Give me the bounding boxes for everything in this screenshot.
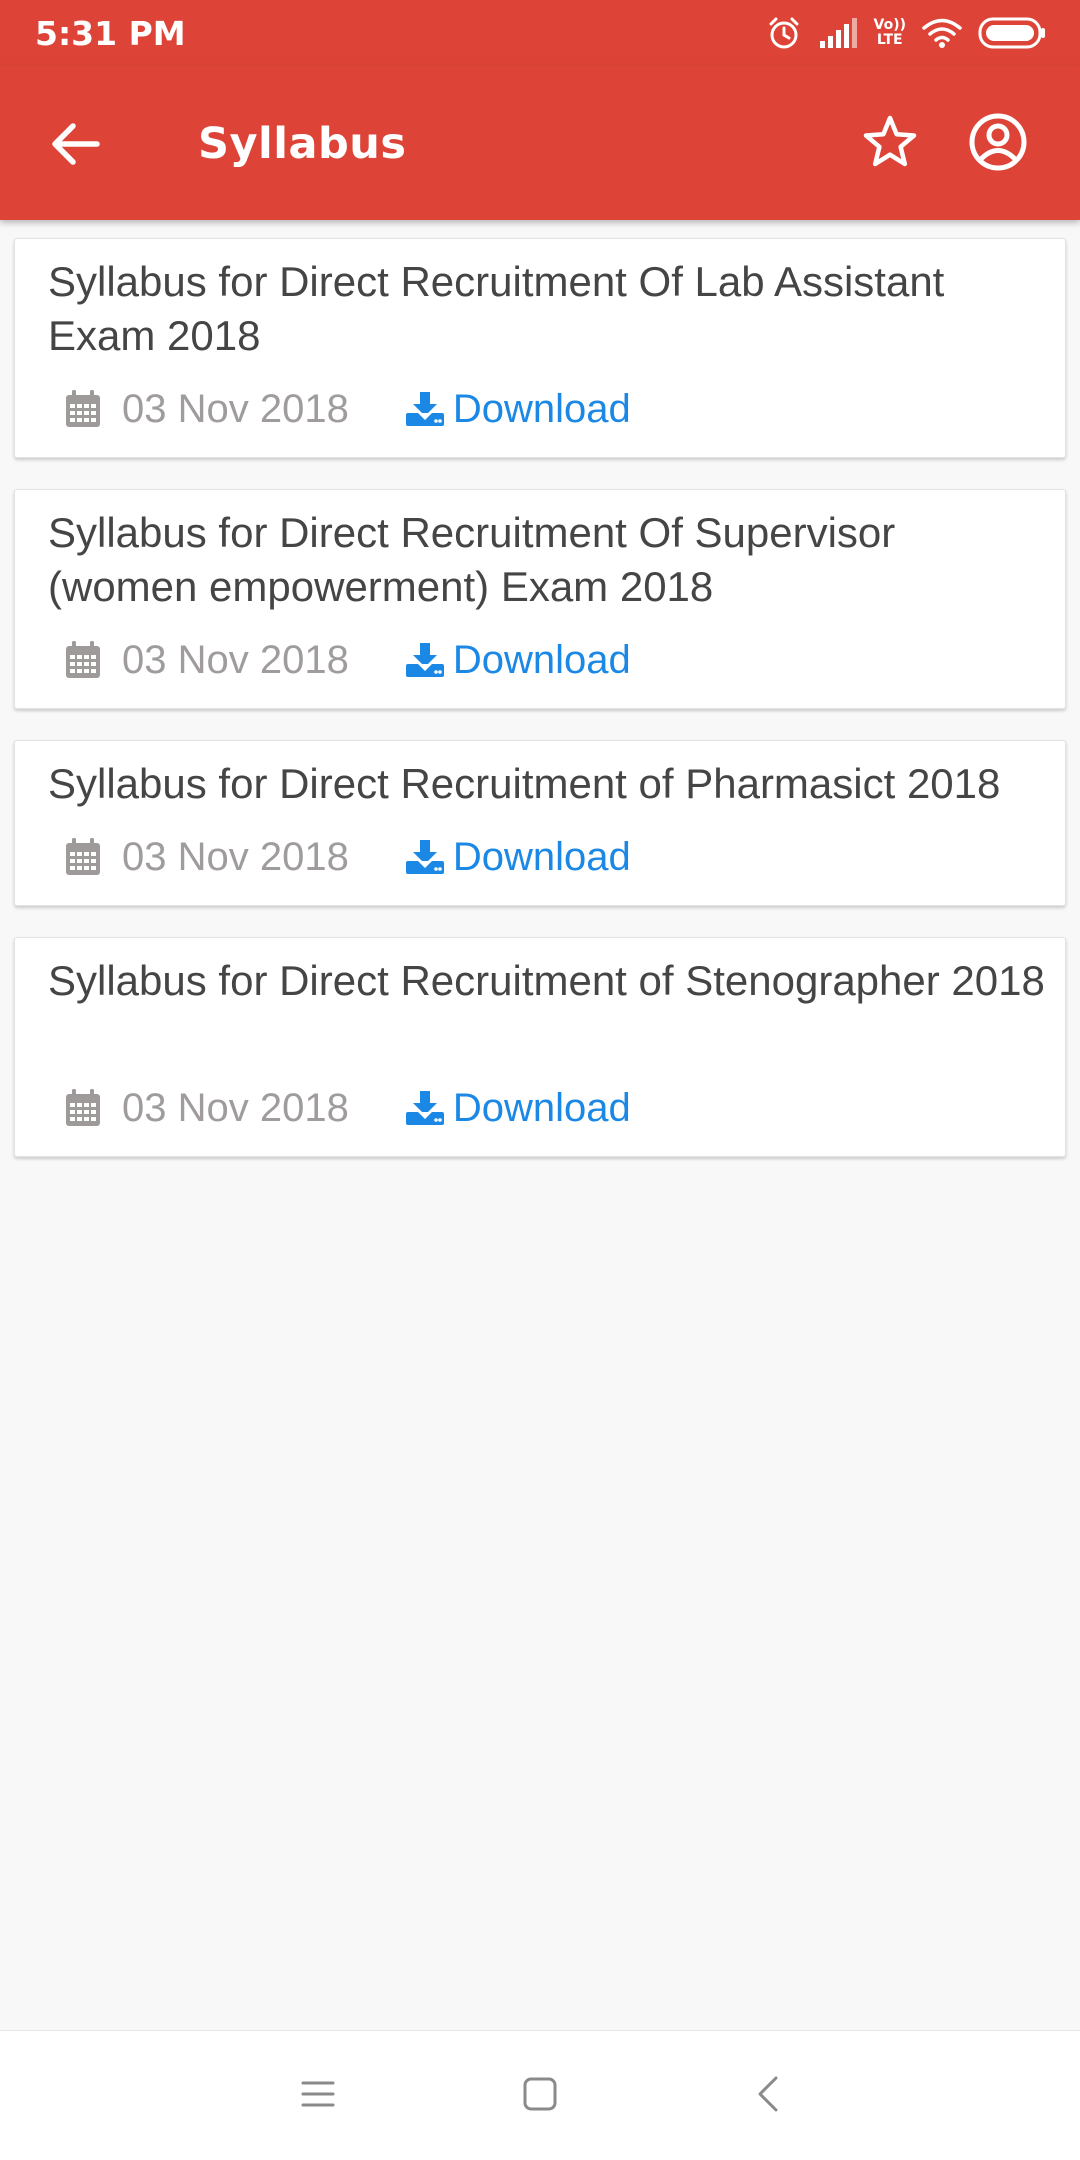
item-meta: 03 Nov 2018 Download (64, 831, 631, 883)
star-outline-icon (862, 115, 918, 174)
item-title: Syllabus for Direct Recruitment Of Super… (48, 509, 896, 610)
page-title: Syllabus (198, 119, 407, 169)
item-meta: 03 Nov 2018 Download (64, 1082, 631, 1134)
signal-icon (818, 17, 858, 49)
item-date: 03 Nov 2018 (122, 1085, 349, 1130)
volte-icon: Vo)) LTE (874, 18, 906, 48)
menu-icon (300, 2079, 336, 2114)
item-meta: 03 Nov 2018 Download (64, 634, 631, 686)
list-item[interactable]: Syllabus for Direct Recruitment Of Super… (14, 489, 1066, 709)
screen: 5:31 PM Vo)) LTE Syllabus Syllabus for D… (0, 0, 1080, 2160)
calendar-icon (64, 1088, 102, 1128)
item-date: 03 Nov 2018 (122, 637, 349, 682)
item-title: Syllabus for Direct Recruitment of Pharm… (48, 760, 1001, 807)
favorite-button[interactable] (855, 109, 925, 179)
account-button[interactable] (962, 108, 1034, 180)
battery-icon (978, 16, 1046, 50)
list-item[interactable]: Syllabus for Direct Recruitment of Steno… (14, 937, 1066, 1157)
download-icon (405, 391, 445, 427)
download-icon (405, 1090, 445, 1126)
download-icon (405, 642, 445, 678)
item-title: Syllabus for Direct Recruitment of Steno… (48, 957, 1045, 1004)
home-button[interactable] (510, 2071, 570, 2121)
download-label: Download (452, 637, 631, 682)
status-icons: Vo)) LTE (766, 12, 1046, 54)
download-icon (405, 839, 445, 875)
item-title: Syllabus for Direct Recruitment Of Lab A… (48, 258, 945, 359)
back-chevron-icon (754, 2074, 782, 2119)
item-meta: 03 Nov 2018 Download (64, 383, 631, 435)
status-bar: 5:31 PM Vo)) LTE (0, 0, 1080, 66)
download-link[interactable]: Download (405, 387, 631, 432)
home-square-icon (522, 2076, 558, 2117)
download-link[interactable]: Download (405, 638, 631, 683)
recents-button[interactable] (288, 2071, 348, 2121)
system-back-button[interactable] (738, 2071, 798, 2121)
download-link[interactable]: Download (405, 835, 631, 880)
status-time: 5:31 PM (35, 14, 186, 53)
app-bar: Syllabus (0, 66, 1080, 220)
download-link[interactable]: Download (405, 1086, 631, 1131)
back-button[interactable] (40, 111, 110, 181)
calendar-icon (64, 640, 102, 680)
calendar-icon (64, 389, 102, 429)
item-date: 03 Nov 2018 (122, 834, 349, 879)
download-label: Download (452, 834, 631, 879)
item-date: 03 Nov 2018 (122, 386, 349, 431)
system-nav-bar (0, 2030, 1080, 2160)
calendar-icon (64, 837, 102, 877)
volte-top-label: Vo)) (873, 17, 906, 33)
account-circle-icon (968, 112, 1028, 177)
list-item[interactable]: Syllabus for Direct Recruitment of Pharm… (14, 740, 1066, 906)
alarm-icon (766, 15, 802, 51)
download-label: Download (452, 1085, 631, 1130)
arrow-back-icon (49, 122, 101, 171)
list-item[interactable]: Syllabus for Direct Recruitment Of Lab A… (14, 238, 1066, 458)
wifi-icon (922, 17, 962, 49)
download-label: Download (452, 386, 631, 431)
volte-bottom-label: LTE (876, 32, 903, 48)
